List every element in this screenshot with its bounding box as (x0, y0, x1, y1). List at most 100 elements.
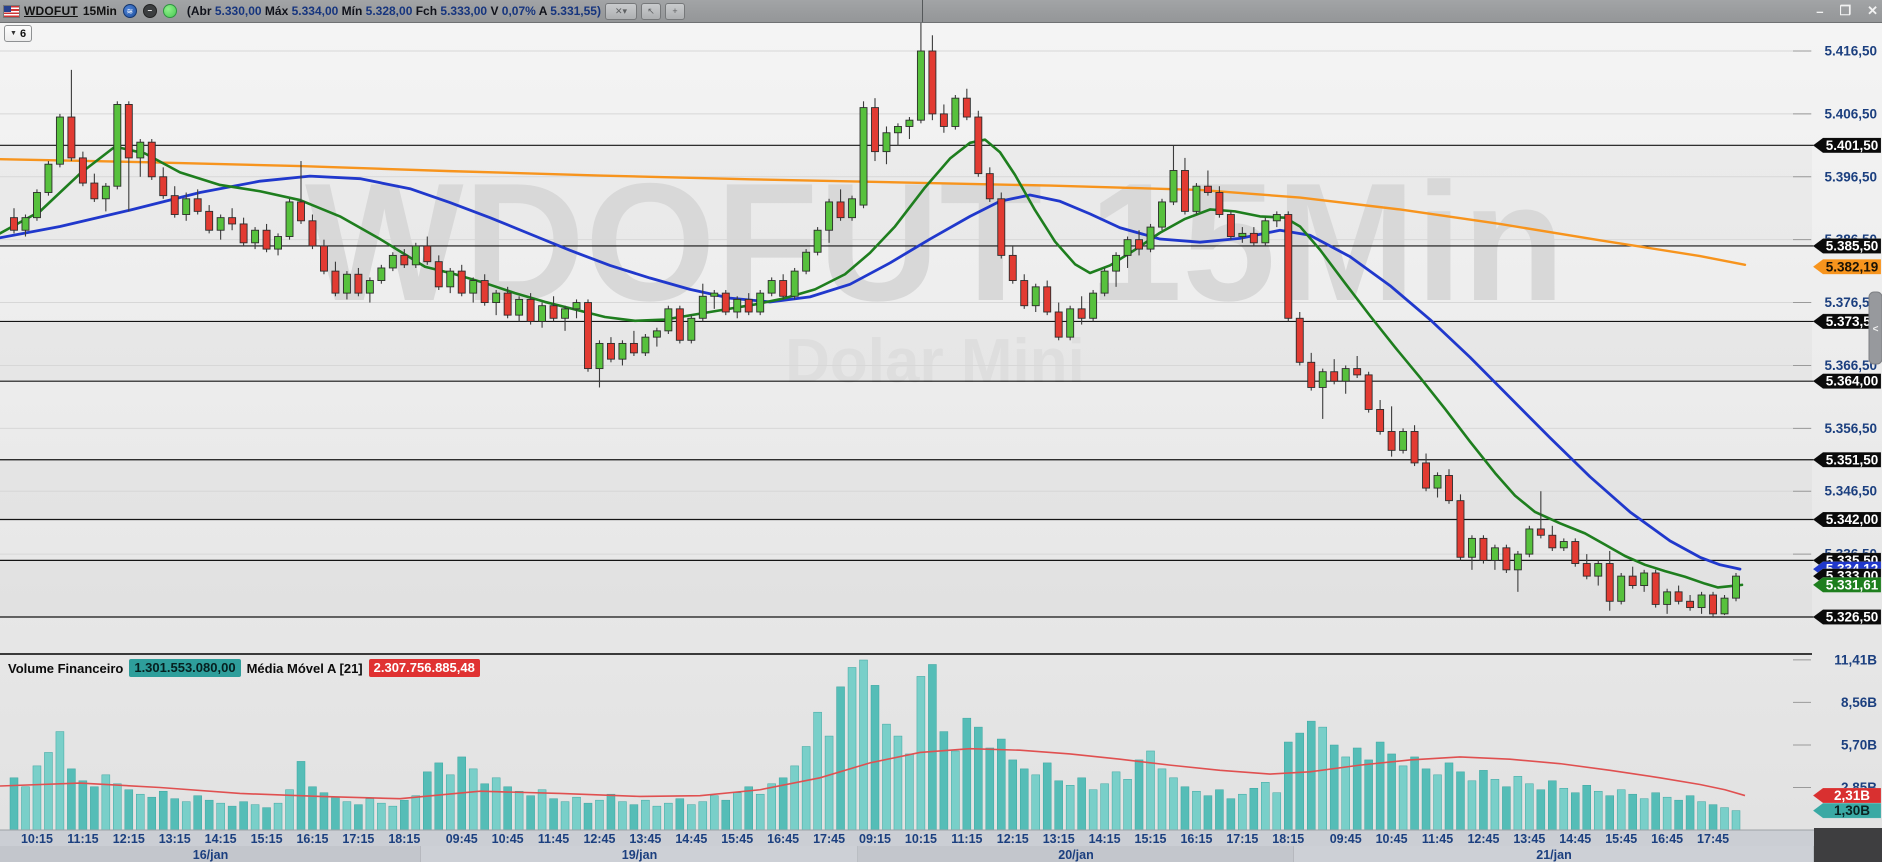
axis-label: 8,56B (1841, 695, 1877, 710)
candle-body (493, 293, 500, 302)
candle-body (1216, 193, 1223, 215)
candle-body (826, 202, 833, 230)
axis-label: 5.416,50 (1824, 44, 1877, 59)
candle-body (1491, 548, 1498, 561)
time-label: 16:45 (767, 832, 799, 846)
volume-tag-text: 2,31B (1834, 788, 1870, 803)
time-label: 09:15 (859, 832, 891, 846)
time-label: 16:45 (1651, 832, 1683, 846)
candle-body (1354, 369, 1361, 375)
candle-body (940, 114, 947, 127)
candle-body (1514, 554, 1521, 570)
candle-body (1583, 564, 1590, 577)
volume-bar (1284, 742, 1292, 830)
symbol-label[interactable]: WDOFUT (24, 4, 78, 18)
candle-body (1285, 215, 1292, 319)
volume-bar (699, 802, 707, 830)
add-button[interactable]: + (665, 3, 685, 20)
candle-body (11, 218, 18, 231)
volume-bar (125, 790, 133, 830)
volume-bar (263, 808, 271, 830)
popout-button[interactable]: ↖ (641, 3, 661, 20)
time-label: 17:45 (813, 832, 845, 846)
candlestick-chart[interactable]: WDOFUT 15MinDolar Mini10:1511:1512:1513:… (0, 0, 1882, 862)
volume-bar (1411, 757, 1419, 830)
axis-label: 11,41B (1834, 652, 1877, 667)
candle-body (298, 202, 305, 221)
candle-body (872, 108, 879, 152)
candle-body (906, 120, 913, 126)
time-label: 13:15 (1043, 832, 1075, 846)
time-label: 14:45 (675, 832, 707, 846)
indicator-dropdown-button[interactable]: ✕▾ (605, 3, 637, 20)
volume-bar (871, 685, 879, 830)
candle-body (1526, 529, 1533, 554)
candle-body (1204, 186, 1211, 192)
volume-bar (79, 781, 87, 830)
volume-value-badge: 1.301.553.080,00 (129, 659, 240, 677)
volume-bar (1629, 794, 1637, 830)
candle-body (33, 193, 40, 218)
candle-body (183, 199, 190, 215)
panel-expand-handle[interactable]: < (1869, 292, 1882, 364)
volume-bar (768, 784, 776, 830)
volume-bar (584, 803, 592, 830)
candle-body (1664, 592, 1671, 605)
volume-bar (837, 687, 845, 830)
time-label: 12:45 (1467, 832, 1499, 846)
candle-body (1055, 312, 1062, 337)
axis-label: 5.406,50 (1824, 106, 1877, 121)
volume-bar (1548, 781, 1556, 830)
candle-body (309, 221, 316, 246)
volume-ma-value-badge: 2.307.756.885,48 (369, 659, 480, 677)
summary-label: A (536, 4, 550, 18)
title-bar: WDOFUT 15Min ≋ – (Abr 5.330,00 Máx 5.334… (0, 0, 1882, 23)
volume-bar (320, 793, 328, 830)
volume-bar (1307, 721, 1315, 830)
volume-bar (1124, 779, 1132, 830)
candle-body (699, 296, 706, 318)
candle-body (56, 117, 63, 164)
candle-body (722, 293, 729, 312)
candle-body (1273, 215, 1280, 221)
candle-body (539, 306, 546, 322)
axis-corner (1814, 828, 1882, 862)
volume-bar (1089, 790, 1097, 830)
volume-bar (354, 805, 362, 830)
time-label: 11:45 (538, 832, 569, 846)
exchange-icon: ≋ (123, 4, 137, 18)
volume-bar (1043, 763, 1051, 830)
candle-body (516, 299, 523, 315)
volume-bar (21, 787, 29, 830)
volume-bar (423, 772, 431, 830)
candle-body (1400, 431, 1407, 450)
candle-body (206, 211, 213, 230)
market-status-icon (163, 4, 177, 18)
timeframe-label[interactable]: 15Min (83, 4, 117, 18)
volume-bar (1376, 742, 1384, 830)
maximize-button[interactable]: ❐ (1839, 3, 1851, 19)
volume-bar (1686, 796, 1694, 830)
close-button[interactable]: ✕ (1867, 3, 1878, 19)
volume-label: Volume Financeiro (8, 661, 123, 676)
candle-body (929, 51, 936, 114)
volume-bar (1491, 779, 1499, 830)
candle-body (366, 281, 373, 294)
candle-body (1377, 409, 1384, 431)
minimize-button[interactable]: – (1816, 4, 1823, 19)
summary-value: 5.330,00 (215, 4, 262, 18)
volume-ma-label: Média Móvel A [21] (247, 661, 363, 676)
summary-value: 0,07% (502, 4, 536, 18)
time-label: 10:15 (905, 832, 937, 846)
time-label: 12:15 (113, 832, 145, 846)
candle-body (1560, 542, 1567, 548)
volume-bar (228, 806, 236, 830)
candle-body (1687, 601, 1694, 607)
summary-label: Máx (262, 4, 292, 18)
objects-count-chip[interactable]: ▼ 6 (4, 25, 32, 42)
volume-bar (1055, 781, 1063, 830)
volume-bar (1273, 793, 1281, 830)
volume-bar (607, 794, 615, 830)
candle-body (343, 274, 350, 293)
candle-body (229, 218, 236, 224)
